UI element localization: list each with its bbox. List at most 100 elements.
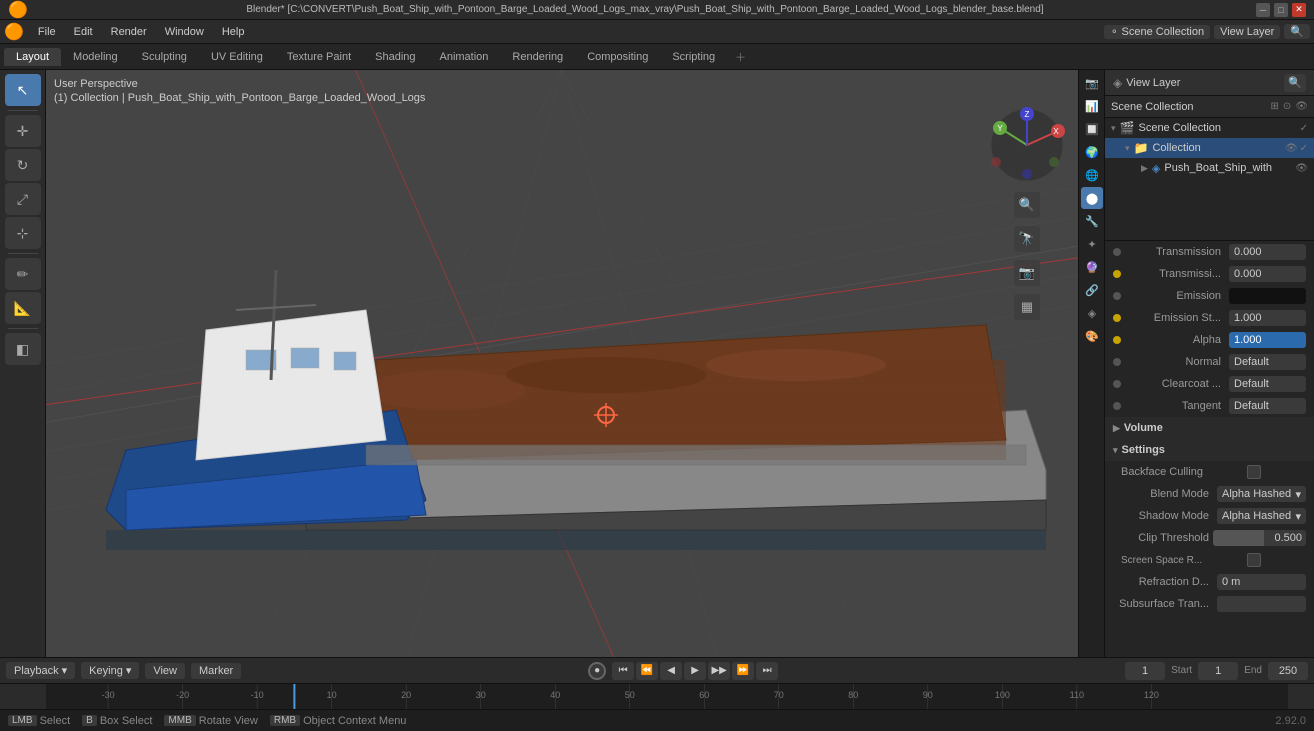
- vl-icon: ◈: [1113, 76, 1122, 90]
- coll-vis-eye[interactable]: 👁: [1285, 143, 1298, 154]
- menu-file[interactable]: File: [30, 24, 64, 40]
- tab-rendering[interactable]: Rendering: [500, 48, 575, 66]
- orientation-gizmo[interactable]: X Y Z: [988, 106, 1066, 184]
- tool-annotate[interactable]: ✏: [5, 258, 41, 290]
- settings-arrow: ▾: [1113, 445, 1118, 456]
- vl-search-btn[interactable]: 🔍: [1284, 74, 1306, 92]
- scene-collection-arrow: ▾: [1111, 123, 1116, 134]
- menu-help[interactable]: Help: [214, 24, 253, 40]
- menu-render[interactable]: Render: [103, 24, 155, 40]
- zoom-in-btn[interactable]: 🔍: [1014, 192, 1040, 218]
- outliner-vis-icon[interactable]: 👁: [1295, 101, 1308, 112]
- menu-window[interactable]: Window: [157, 24, 212, 40]
- end-frame-input[interactable]: [1268, 662, 1308, 680]
- props-material-icon[interactable]: 🎨: [1081, 325, 1103, 347]
- tool-cursor[interactable]: ↖: [5, 74, 41, 106]
- zoom-out-btn[interactable]: 🔭: [1014, 226, 1040, 252]
- outliner-filter-icon[interactable]: ⊞: [1271, 101, 1279, 112]
- scene-collection-name: Scene Collection: [1138, 122, 1295, 134]
- props-physics-icon[interactable]: 🔮: [1081, 256, 1103, 278]
- props-constraints-icon[interactable]: 🔗: [1081, 279, 1103, 301]
- alpha-value[interactable]: 1.000: [1229, 332, 1306, 348]
- tab-sculpting[interactable]: Sculpting: [130, 48, 199, 66]
- outliner-sync-icon[interactable]: ⊙: [1283, 101, 1291, 112]
- coll-vis-cursor[interactable]: ✓: [1300, 143, 1308, 154]
- timeline-track[interactable]: -30 -20 -10 10 20 30 40 50 60 70 80 90 1…: [46, 684, 1288, 709]
- tool-rotate[interactable]: ↻: [5, 149, 41, 181]
- view-layer-selector[interactable]: View Layer: [1214, 25, 1280, 39]
- step-fwd-btn[interactable]: ▶▶: [708, 662, 730, 680]
- outliner-collection[interactable]: ▾ 📁 Collection 👁 ✓: [1105, 138, 1314, 158]
- tab-modeling[interactable]: Modeling: [61, 48, 130, 66]
- tab-shading[interactable]: Shading: [363, 48, 427, 66]
- props-particles-icon[interactable]: ✦: [1081, 233, 1103, 255]
- close-button[interactable]: ✕: [1292, 3, 1306, 17]
- normal-value: Default: [1229, 354, 1306, 370]
- tab-layout[interactable]: Layout: [4, 48, 61, 66]
- tool-scale[interactable]: ⤢: [5, 183, 41, 215]
- jump-start-btn[interactable]: ⏮: [612, 662, 634, 680]
- scene-vis-1[interactable]: ✓: [1300, 123, 1308, 134]
- tool-transform[interactable]: ⊹: [5, 217, 41, 249]
- tab-scripting[interactable]: Scripting: [660, 48, 727, 66]
- clip-threshold-slider[interactable]: 0.500: [1213, 530, 1306, 546]
- transmission2-row: Transmissi... 0.000: [1105, 263, 1314, 285]
- scene-name: Scene Collection: [1122, 26, 1205, 38]
- backface-checkbox[interactable]: [1247, 465, 1261, 479]
- next-keyframe-btn[interactable]: ⏩: [732, 662, 754, 680]
- add-workspace-button[interactable]: ＋: [727, 46, 754, 68]
- volume-section[interactable]: ▶ Volume: [1105, 417, 1314, 439]
- menu-edit[interactable]: Edit: [66, 24, 101, 40]
- outliner-object[interactable]: ▶ ◈ Push_Boat_Ship_with 👁: [1105, 158, 1314, 178]
- outliner-scene-collection[interactable]: ▾ 🎬 Scene Collection ✓: [1105, 118, 1314, 138]
- maximize-button[interactable]: □: [1274, 3, 1288, 17]
- playback-dropdown[interactable]: Playback ▾: [6, 662, 75, 679]
- backface-label: Backface Culling: [1113, 466, 1243, 478]
- blender-logo[interactable]: 🟠: [4, 22, 24, 42]
- screen-space-checkbox[interactable]: [1247, 553, 1261, 567]
- props-render-icon[interactable]: 📷: [1081, 72, 1103, 94]
- blender-version: 2.92.0: [1275, 715, 1306, 727]
- svg-text:70: 70: [774, 690, 784, 700]
- tool-add-cube[interactable]: ◧: [5, 333, 41, 365]
- current-frame-input[interactable]: [1125, 662, 1165, 680]
- obj-vis-eye[interactable]: 👁: [1295, 163, 1308, 174]
- emission-st-row: Emission St... 1.000: [1105, 307, 1314, 329]
- props-world-icon[interactable]: 🌐: [1081, 164, 1103, 186]
- view-dropdown[interactable]: View: [145, 663, 185, 679]
- search-btn[interactable]: 🔍: [1284, 24, 1310, 39]
- play-btn[interactable]: ▶: [684, 662, 706, 680]
- minimize-button[interactable]: ─: [1256, 3, 1270, 17]
- props-view-layer-icon[interactable]: 🔲: [1081, 118, 1103, 140]
- shadow-mode-arrow: ▾: [1295, 510, 1301, 523]
- quad-view-btn[interactable]: ▦: [1014, 294, 1040, 320]
- record-btn[interactable]: ●: [588, 662, 606, 680]
- tab-animation[interactable]: Animation: [428, 48, 501, 66]
- jump-end-btn[interactable]: ⏭: [756, 662, 778, 680]
- start-frame-input[interactable]: [1198, 662, 1238, 680]
- tool-move[interactable]: ✛: [5, 115, 41, 147]
- prev-keyframe-btn[interactable]: ⏪: [636, 662, 658, 680]
- props-object-icon[interactable]: ⬤: [1081, 187, 1103, 209]
- props-modifier-icon[interactable]: 🔧: [1081, 210, 1103, 232]
- emission-value-box[interactable]: [1229, 288, 1306, 304]
- viewport-canvas[interactable]: User Perspective (1) Collection | Push_B…: [46, 70, 1078, 657]
- viewport[interactable]: Object Mode ▾ View Select Add Object: [46, 70, 1078, 657]
- props-output-icon[interactable]: 📊: [1081, 95, 1103, 117]
- props-scene-icon[interactable]: 🌍: [1081, 141, 1103, 163]
- tool-measure[interactable]: 📐: [5, 292, 41, 324]
- tab-uv-editing[interactable]: UV Editing: [199, 48, 275, 66]
- marker-dropdown[interactable]: Marker: [191, 663, 241, 679]
- blend-mode-dropdown[interactable]: Alpha Hashed ▾: [1217, 486, 1306, 502]
- scene-selector[interactable]: ⚬ Scene Collection: [1104, 25, 1210, 39]
- outliner: Scene Collection ⊞ ⊙ 👁 ▾ 🎬 Scene Collect…: [1105, 96, 1314, 241]
- step-back-btn[interactable]: ◀: [660, 662, 682, 680]
- camera-view-btn[interactable]: 📷: [1014, 260, 1040, 286]
- tab-compositing[interactable]: Compositing: [575, 48, 660, 66]
- settings-section[interactable]: ▾ Settings: [1105, 439, 1314, 461]
- props-data-icon[interactable]: ◈: [1081, 302, 1103, 324]
- shadow-mode-dropdown[interactable]: Alpha Hashed ▾: [1217, 508, 1306, 524]
- backface-row: Backface Culling: [1105, 461, 1314, 483]
- keying-dropdown[interactable]: Keying ▾: [81, 662, 139, 679]
- tab-texture-paint[interactable]: Texture Paint: [275, 48, 363, 66]
